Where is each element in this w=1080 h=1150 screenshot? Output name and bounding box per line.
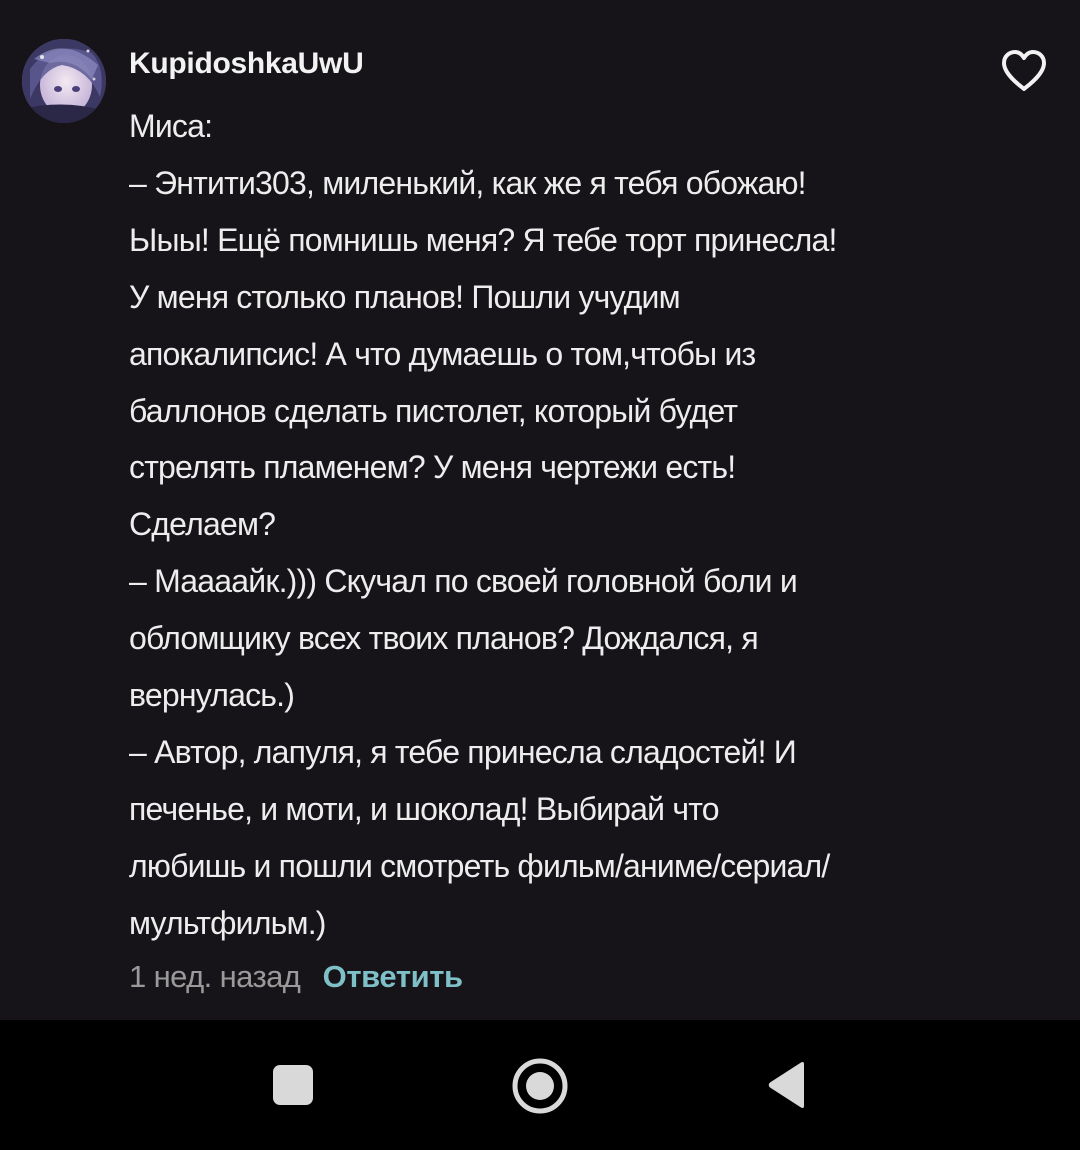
comment-line: Сделаем? (129, 506, 276, 543)
comment-line: – Автор, лапуля, я тебе принесла сладост… (129, 733, 797, 770)
comment-line: Ыыы! Ещё помнишь меня? Я тебе торт прине… (129, 221, 837, 258)
circle-home-icon (512, 1058, 568, 1114)
reply-button[interactable]: Ответить (323, 959, 463, 994)
comment-line: – Энтити303, миленький, как же я тебя об… (129, 164, 807, 201)
back-button[interactable] (764, 1060, 808, 1110)
comment-line: баллонов сделать пистолет, который будет (129, 392, 738, 429)
like-button[interactable] (1000, 49, 1048, 93)
comment-text: Миса: – Энтити303, миленький, как же я т… (129, 98, 989, 952)
comment-line: У меня столько планов! Пошли учудим (129, 278, 681, 315)
comment-timestamp: 1 нед. назад (129, 959, 301, 994)
comment-meta: 1 нед. назад Ответить (129, 952, 463, 1002)
comment-line: апокалипсис! А что думаешь о том,чтобы и… (129, 335, 756, 372)
system-navigation-bar (0, 1020, 1080, 1150)
comment-line: печенье, и моти, и шоколад! Выбирай что (129, 790, 720, 827)
comment-line: обломщику всех твоих планов? Дождался, я (129, 620, 759, 657)
comment-line: – Маааайк.))) Скучал по своей головной б… (129, 563, 798, 600)
comment-line: вернулась.) (129, 677, 295, 714)
username[interactable]: KupidoshkaUwU (129, 44, 364, 84)
comment-line: стрелять пламенем? У меня чертежи есть! (129, 449, 736, 486)
comment-line: Миса: (129, 108, 213, 144)
home-button[interactable] (511, 1057, 569, 1115)
comment-line: любишь и пошли смотреть фильм/аниме/сери… (129, 847, 830, 884)
comment-card: KupidoshkaUwU Миса: – Энтити303, миленьк… (0, 0, 1080, 1020)
recents-button[interactable] (273, 1065, 313, 1105)
avatar[interactable] (22, 39, 106, 123)
triangle-back-icon (768, 1062, 804, 1108)
comment-line: мультфильм.) (129, 904, 326, 941)
heart-outline-icon (1002, 50, 1046, 91)
avatar-image (22, 39, 106, 123)
